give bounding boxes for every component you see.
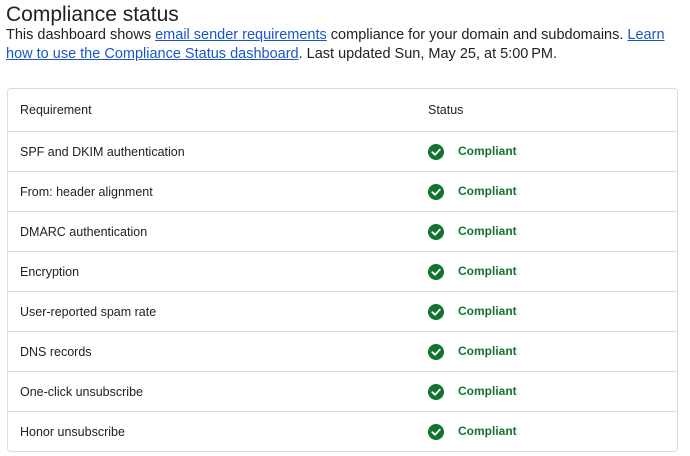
check-circle-icon	[428, 263, 444, 280]
status-cell: Compliant	[428, 132, 517, 171]
table-row: SPF and DKIM authentication Compliant	[8, 132, 677, 172]
description-middle: compliance for your domain and subdomain…	[326, 27, 628, 43]
table-row: One-click unsubscribe Compliant	[8, 372, 677, 412]
status-cell: Compliant	[428, 252, 517, 291]
status-cell: Compliant	[428, 172, 517, 211]
status-cell: Compliant	[428, 412, 517, 451]
check-circle-icon	[428, 303, 444, 320]
check-circle-icon	[428, 424, 444, 440]
description-suffix: . Last updated Sun, May 25, at 5:00 PM.	[298, 46, 558, 62]
status-badge: Compliant	[458, 223, 517, 238]
compliance-status-page: Compliance status This dashboard shows e…	[0, 0, 690, 456]
requirement-column-header: Requirement	[20, 103, 92, 117]
status-badge: Compliant	[458, 343, 517, 358]
status-cell: Compliant	[428, 372, 517, 411]
requirement-cell: DMARC authentication	[20, 224, 148, 239]
check-circle-icon	[428, 183, 444, 200]
status-cell: Compliant	[428, 292, 517, 331]
requirement-cell: SPF and DKIM authentication	[20, 144, 185, 159]
compliance-table: Requirement Status SPF and DKIM authenti…	[7, 88, 678, 452]
status-cell: Compliant	[428, 332, 517, 371]
check-circle-icon	[428, 143, 444, 160]
table-row: DNS records Compliant	[8, 332, 677, 372]
status-badge: Compliant	[458, 183, 517, 198]
table-row: Encryption Compliant	[8, 252, 677, 292]
check-circle-icon	[428, 223, 444, 240]
status-cell: Compliant	[428, 212, 517, 251]
table-row: DMARC authentication Compliant	[8, 212, 677, 252]
requirement-cell: One-click unsubscribe	[20, 384, 143, 399]
status-badge: Compliant	[458, 143, 517, 158]
status-badge: Compliant	[458, 383, 517, 398]
table-row: From: header alignment Compliant	[8, 172, 677, 212]
status-badge: Compliant	[458, 424, 517, 438]
table-header-row: Requirement Status	[8, 89, 677, 132]
page-title: Compliance status	[6, 3, 179, 26]
requirement-cell: Encryption	[20, 264, 80, 279]
status-column-header: Status	[428, 103, 464, 117]
email-sender-requirements-link[interactable]: email sender requirements	[155, 27, 327, 43]
check-circle-icon	[428, 343, 444, 360]
table-row: User-reported spam rate Compliant	[8, 292, 677, 332]
requirement-cell: User-reported spam rate	[20, 304, 157, 319]
requirement-cell: Honor unsubscribe	[20, 425, 125, 439]
description-prefix: This dashboard shows	[6, 27, 156, 43]
requirement-cell: DNS records	[20, 344, 92, 359]
check-circle-icon	[428, 383, 444, 400]
status-badge: Compliant	[458, 263, 517, 278]
table-row: Honor unsubscribe Compliant	[8, 412, 677, 451]
page-description: This dashboard shows email sender requir…	[6, 26, 682, 64]
status-badge: Compliant	[458, 303, 517, 318]
requirement-cell: From: header alignment	[20, 184, 153, 199]
table-body: SPF and DKIM authentication Compliant From…	[8, 132, 677, 451]
